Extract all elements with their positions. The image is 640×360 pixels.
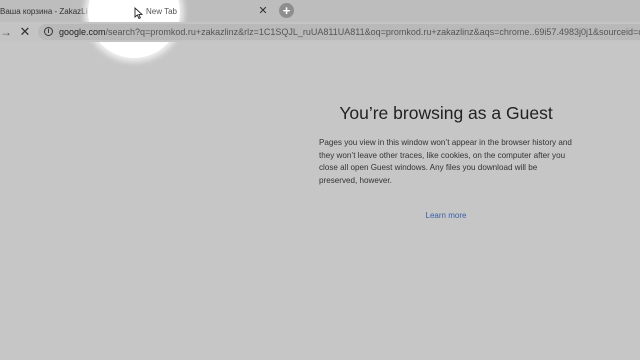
new-tab-icon[interactable]: + (279, 3, 294, 18)
browser-toolbar: → ✕ i google.com/search?q=promkod.ru+zak… (0, 22, 640, 42)
close-icon[interactable]: ✕ (256, 4, 270, 18)
address-bar[interactable]: i google.com/search?q=promkod.ru+zakazli… (38, 24, 640, 40)
url-host: google.com (59, 27, 106, 37)
info-icon[interactable]: i (44, 27, 53, 36)
tab-new-tab[interactable]: New Tab ✕ (126, 0, 274, 22)
url-text[interactable]: google.com/search?q=promkod.ru+zakazlinz… (59, 26, 640, 38)
page-title: You’re browsing as a Guest (339, 103, 553, 123)
forward-arrow-icon[interactable]: → (0, 25, 12, 39)
tab-strip: Ваша корзина - ZakazLinz.ru ✕ New Tab ✕ … (0, 0, 640, 58)
guest-description: Pages you view in this window won’t appe… (319, 138, 572, 185)
tab-title: New Tab (146, 6, 177, 16)
stop-icon[interactable]: ✕ (18, 25, 32, 39)
url-path: /search?q=promkod.ru+zakazlinz&rlz=1C1SQ… (105, 27, 640, 37)
learn-more-link[interactable]: Learn more (400, 211, 492, 220)
cursor-icon (134, 7, 143, 19)
guest-page: You’re browsing as a Guest Pages you vie… (0, 42, 640, 360)
